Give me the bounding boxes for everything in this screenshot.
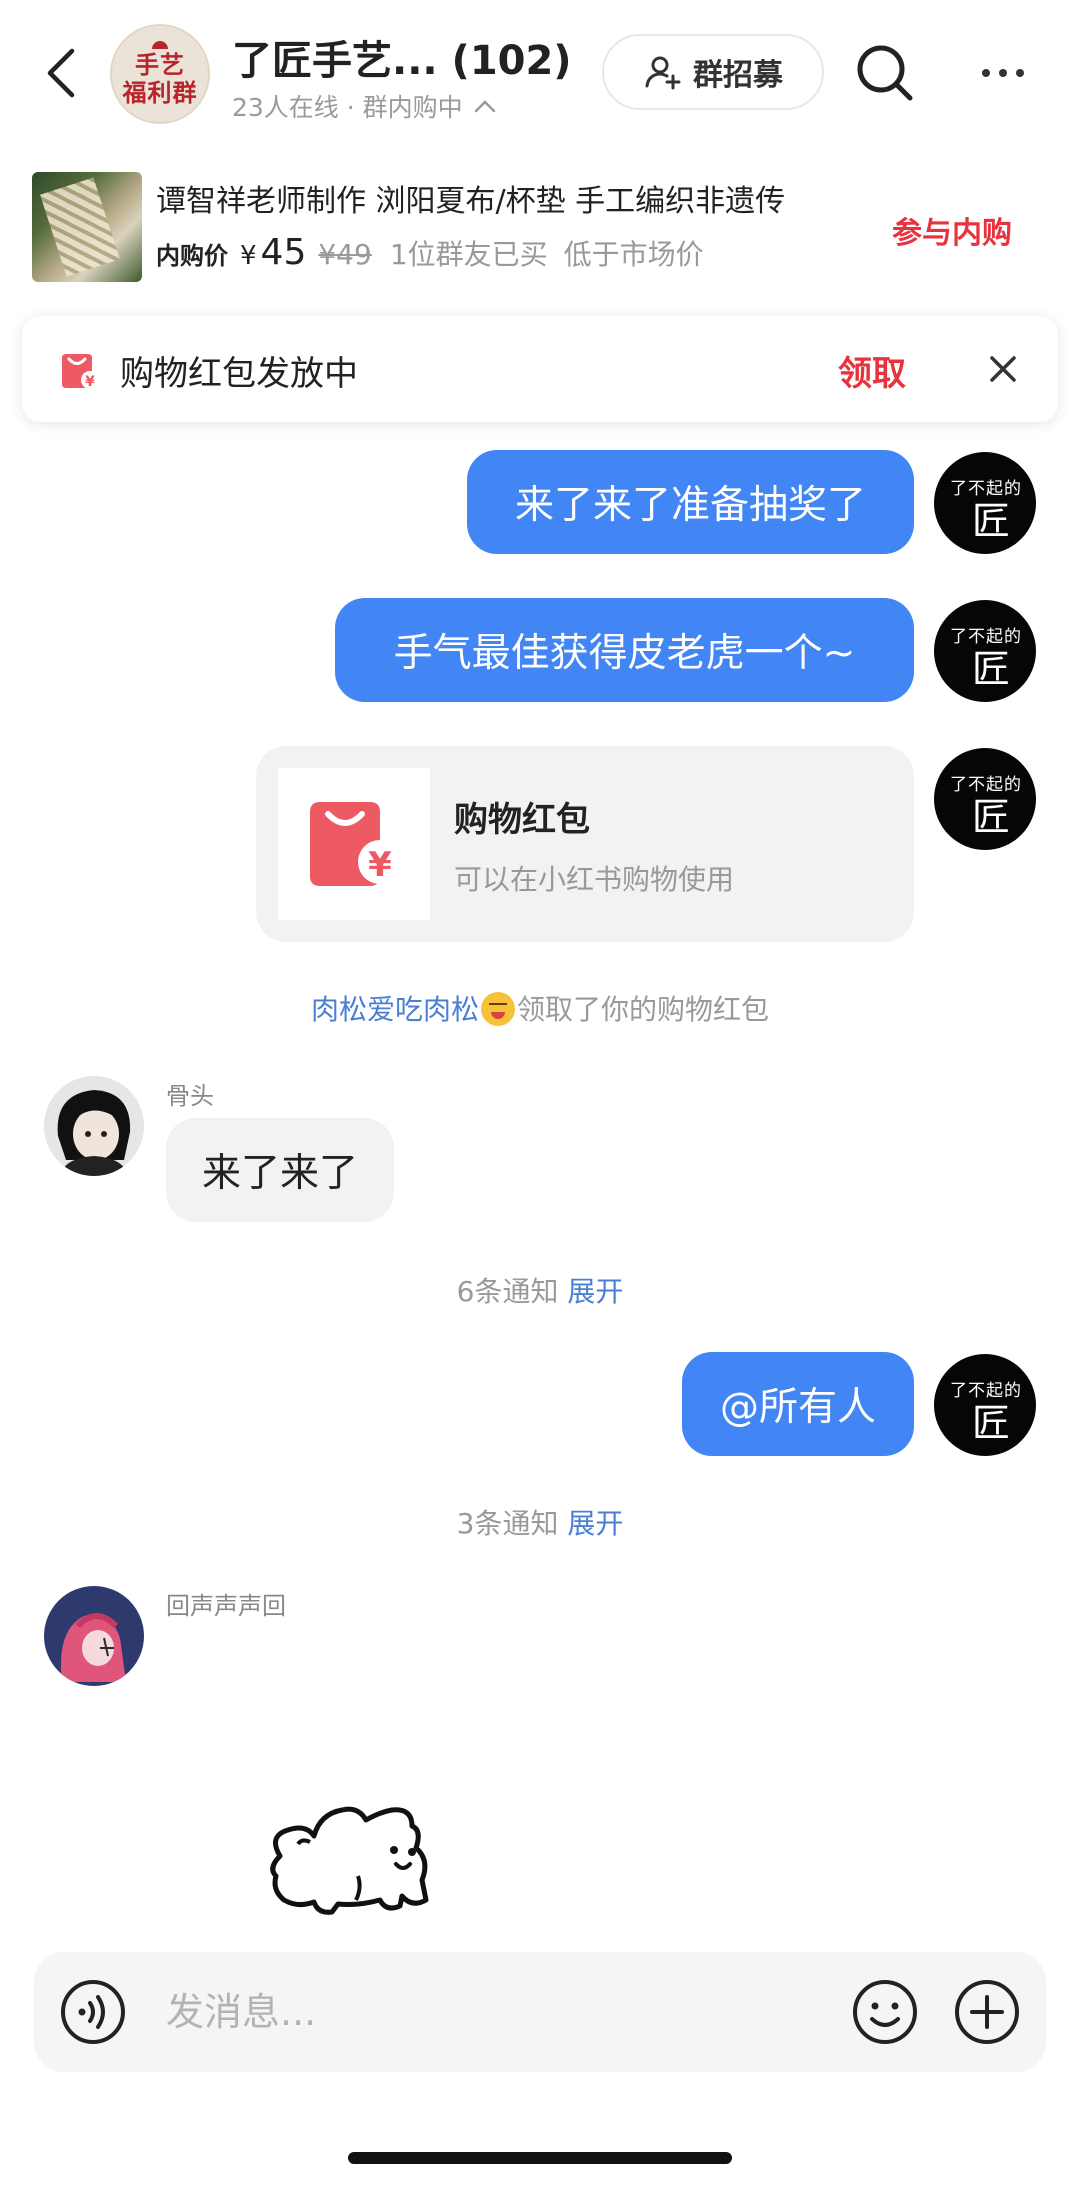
- price-value: 45: [260, 232, 307, 273]
- price-label: 内购价: [156, 242, 228, 270]
- avatar[interactable]: 了不起的 匠人: [934, 600, 1036, 702]
- notification-count: 6条通知: [456, 1275, 559, 1308]
- add-user-icon: [645, 56, 681, 90]
- avatar[interactable]: 了不起的 匠人: [934, 1354, 1036, 1456]
- avatar[interactable]: 了不起的 匠人: [934, 748, 1036, 850]
- card-title: 购物红包: [454, 800, 590, 840]
- original-price: ¥49: [318, 238, 372, 271]
- user-link[interactable]: 肉松爱吃肉松: [311, 993, 479, 1026]
- card-description: 可以在小红书购物使用: [454, 863, 735, 896]
- more-icon: [982, 69, 990, 77]
- message-text: 来了来了: [201, 1151, 358, 1196]
- avatar[interactable]: [44, 1586, 144, 1686]
- sender-name: 骨头: [166, 1082, 214, 1110]
- home-indicator[interactable]: [348, 2152, 732, 2164]
- red-packet-banner[interactable]: ¥ 购物红包发放中 领取: [22, 316, 1058, 422]
- close-icon[interactable]: [984, 350, 1022, 388]
- recruit-button[interactable]: 群招募: [602, 34, 824, 110]
- system-message: 肉松爱吃肉松 领取了你的购物红包: [0, 988, 1080, 1028]
- back-button[interactable]: [36, 38, 86, 108]
- sender-name: 回声声声回: [166, 1592, 286, 1620]
- message-bubble-other[interactable]: 来了来了: [166, 1118, 394, 1222]
- group-status[interactable]: 23人在线 · 群内购中: [232, 88, 497, 124]
- group-buy-product-bar[interactable]: 谭智祥老师制作 浏阳夏布/杯垫 手工编织非遗传 内购价 ¥ 45 ¥49 1位群…: [0, 150, 1080, 298]
- chat-header: 手艺 福利群 了匠手艺... (102) 23人在线 · 群内购中 群招募: [0, 0, 1080, 150]
- banner-text: 购物红包发放中: [120, 354, 358, 394]
- avatar[interactable]: [44, 1076, 144, 1176]
- recruit-label: 群招募: [693, 58, 783, 93]
- notification-count: 3条通知: [456, 1507, 559, 1540]
- plus-icon[interactable]: [954, 1979, 1020, 2045]
- product-title: 谭智祥老师制作 浏阳夏布/杯垫 手工编织非遗传: [156, 184, 786, 219]
- chevron-left-icon: [47, 48, 75, 98]
- online-status-text: 23人在线 · 群内购中: [232, 93, 463, 122]
- shopping-bag-icon: ¥: [310, 802, 402, 886]
- yum-emoji-icon: [481, 992, 515, 1026]
- seal-decoration: [152, 41, 168, 49]
- message-input-bar: [34, 1952, 1046, 2072]
- card-image: ¥: [278, 768, 430, 920]
- product-price-row: 内购价 ¥ 45 ¥49 1位群友已买 低于市场价: [156, 232, 720, 273]
- chevron-up-icon: [474, 100, 495, 113]
- search-icon: [857, 45, 913, 101]
- price-note: 低于市场价: [563, 238, 704, 271]
- message-text: 手气最佳获得皮老虎一个~: [393, 631, 856, 676]
- red-packet-icon: ¥: [62, 354, 99, 390]
- voice-icon[interactable]: [60, 1979, 126, 2045]
- join-group-buy-button[interactable]: 参与内购: [892, 208, 1012, 252]
- notification-collapsed: 6条通知 展开: [0, 1270, 1080, 1310]
- price-currency: ¥: [240, 241, 257, 271]
- system-message-text: 领取了你的购物红包: [517, 993, 770, 1026]
- member-count: (102): [451, 38, 572, 84]
- message-bubble-self[interactable]: 来了来了准备抽奖了: [467, 450, 914, 554]
- dog-sticker[interactable]: [262, 1796, 468, 1918]
- group-avatar[interactable]: 手艺 福利群: [110, 24, 210, 124]
- avatar-image: [44, 1076, 144, 1176]
- group-avatar-text: 手艺 福利群: [122, 51, 198, 107]
- product-thumbnail[interactable]: [32, 172, 142, 282]
- message-text: 来了来了准备抽奖了: [514, 483, 866, 528]
- svg-text:¥: ¥: [368, 845, 392, 885]
- message-bubble-self[interactable]: @所有人: [682, 1352, 914, 1456]
- message-bubble-self[interactable]: 手气最佳获得皮老虎一个~: [335, 598, 914, 702]
- expand-link[interactable]: 展开: [567, 1507, 623, 1540]
- message-input[interactable]: [166, 1982, 726, 2042]
- claim-button[interactable]: 领取: [838, 346, 906, 395]
- buyers-count: 1位群友已买: [389, 238, 548, 271]
- avatar-image: [44, 1586, 144, 1686]
- expand-link[interactable]: 展开: [567, 1275, 623, 1308]
- more-button[interactable]: [970, 50, 1036, 96]
- message-text: @所有人: [719, 1385, 876, 1430]
- avatar[interactable]: 了不起的 匠人: [934, 452, 1036, 554]
- notification-collapsed: 3条通知 展开: [0, 1502, 1080, 1542]
- red-packet-card[interactable]: ¥ 购物红包 可以在小红书购物使用: [256, 746, 914, 942]
- search-button[interactable]: [852, 40, 918, 106]
- group-title[interactable]: 了匠手艺... (102): [232, 28, 572, 86]
- emoji-icon[interactable]: [852, 1979, 918, 2045]
- group-name: 了匠手艺...: [232, 38, 438, 84]
- svg-text:¥: ¥: [85, 374, 95, 390]
